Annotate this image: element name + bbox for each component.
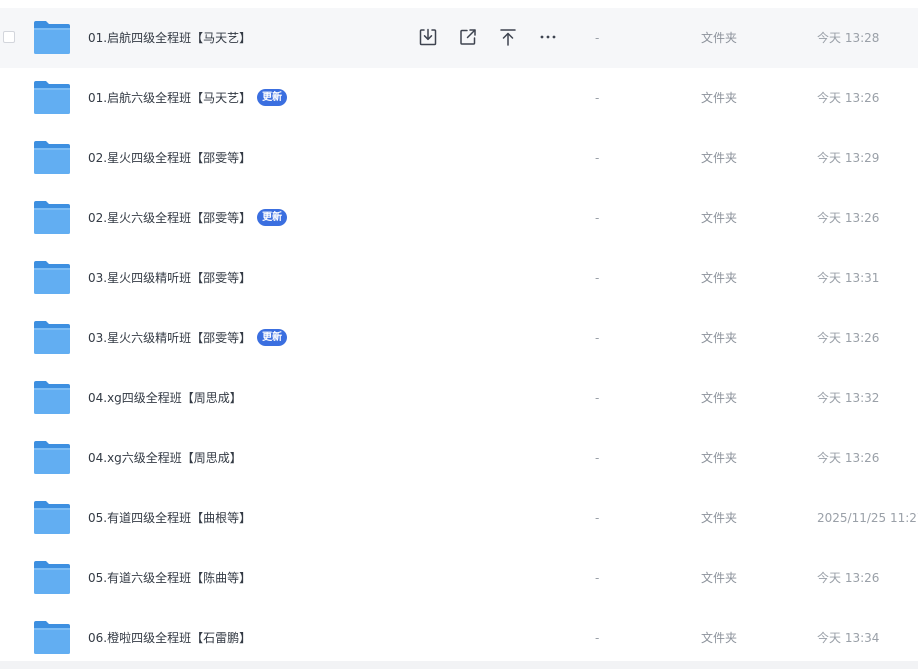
table-row[interactable]: 03.星火四级精听班【邵雯等】 - 文件夹 今天 13:31 [0, 248, 918, 308]
file-type: 文件夹 [701, 211, 738, 225]
row-actions [416, 25, 576, 49]
folder-icon [33, 320, 71, 355]
folder-icon [33, 80, 71, 115]
file-modified-time: 今天 13:26 [817, 331, 880, 345]
file-type: 文件夹 [701, 31, 738, 45]
file-name[interactable]: 04.xg六级全程班【周思成】 [88, 450, 242, 466]
file-name[interactable]: 03.星火四级精听班【邵雯等】 [88, 270, 251, 286]
table-row[interactable]: 03.星火六级精听班【邵雯等】 更新 - 文件夹 今天 13:26 [0, 308, 918, 368]
file-name[interactable]: 01.启航四级全程班【马天艺】 [88, 30, 251, 46]
update-badge: 更新 [257, 329, 288, 346]
folder-icon [33, 20, 71, 55]
table-row[interactable]: 06.橙啦四级全程班【石雷鹏】 - 文件夹 今天 13:34 [0, 608, 918, 668]
file-modified-time: 今天 13:32 [817, 391, 880, 405]
folder-icon [33, 620, 71, 655]
pin-to-top-icon [500, 29, 516, 46]
download-button[interactable] [416, 25, 440, 49]
table-row[interactable]: 01.启航四级全程班【马天艺】 - 文件夹 今天 13:28 [0, 8, 918, 68]
file-list: 01.启航四级全程班【马天艺】 - 文件夹 今天 13:28 01.启航六级全程… [0, 8, 918, 668]
table-row[interactable]: 02.星火四级全程班【邵雯等】 - 文件夹 今天 13:29 [0, 128, 918, 188]
file-modified-time: 今天 13:34 [817, 631, 880, 645]
table-row[interactable]: 05.有道六级全程班【陈曲等】 - 文件夹 今天 13:26 [0, 548, 918, 608]
file-type: 文件夹 [701, 511, 738, 525]
table-row[interactable]: 01.启航六级全程班【马天艺】 更新 - 文件夹 今天 13:26 [0, 68, 918, 128]
file-modified-time: 今天 13:31 [817, 271, 880, 285]
file-modified-time: 今天 13:29 [817, 151, 880, 165]
file-size: - [595, 451, 600, 465]
file-size: - [595, 31, 600, 45]
file-size: - [595, 631, 600, 645]
folder-icon [33, 440, 71, 475]
file-type: 文件夹 [701, 451, 738, 465]
table-row[interactable]: 05.有道四级全程班【曲根等】 - 文件夹 2025/11/25 11:27 [0, 488, 918, 548]
file-size: - [595, 91, 600, 105]
folder-icon [33, 200, 71, 235]
file-size: - [595, 511, 600, 525]
file-type: 文件夹 [701, 91, 738, 105]
download-icon [419, 28, 437, 46]
file-modified-time: 今天 13:26 [817, 451, 880, 465]
file-modified-time: 今天 13:26 [817, 91, 880, 105]
table-row[interactable]: 02.星火六级全程班【邵雯等】 更新 - 文件夹 今天 13:26 [0, 188, 918, 248]
update-badge: 更新 [257, 209, 288, 226]
file-modified-time: 今天 13:26 [817, 211, 880, 225]
file-size: - [595, 151, 600, 165]
row-checkbox[interactable] [3, 31, 15, 43]
file-type: 文件夹 [701, 391, 738, 405]
file-name[interactable]: 03.星火六级精听班【邵雯等】 更新 [88, 329, 288, 347]
file-type: 文件夹 [701, 631, 738, 645]
table-row[interactable]: 04.xg六级全程班【周思成】 - 文件夹 今天 13:26 [0, 428, 918, 488]
update-badge: 更新 [257, 89, 288, 106]
file-name[interactable]: 05.有道四级全程班【曲根等】 [88, 510, 251, 526]
file-type: 文件夹 [701, 331, 738, 345]
pin-to-top-button[interactable] [496, 25, 520, 49]
file-type: 文件夹 [701, 571, 738, 585]
folder-icon [33, 380, 71, 415]
file-name[interactable]: 06.橙啦四级全程班【石雷鹏】 [88, 630, 251, 646]
share-icon [460, 29, 476, 45]
bottom-scroll-area [0, 661, 918, 669]
more-button[interactable] [536, 25, 560, 49]
file-size: - [595, 211, 600, 225]
file-modified-time: 今天 13:26 [817, 571, 880, 585]
file-name[interactable]: 02.星火六级全程班【邵雯等】 更新 [88, 209, 288, 227]
file-size: - [595, 571, 600, 585]
file-name[interactable]: 04.xg四级全程班【周思成】 [88, 390, 242, 406]
file-name[interactable]: 05.有道六级全程班【陈曲等】 [88, 570, 251, 586]
file-modified-time: 今天 13:28 [817, 31, 880, 45]
folder-icon [33, 140, 71, 175]
file-type: 文件夹 [701, 271, 738, 285]
folder-icon [33, 500, 71, 535]
file-name[interactable]: 02.星火四级全程班【邵雯等】 [88, 150, 251, 166]
share-button[interactable] [456, 25, 480, 49]
file-name[interactable]: 01.启航六级全程班【马天艺】 更新 [88, 89, 288, 107]
folder-icon [33, 260, 71, 295]
file-size: - [595, 391, 600, 405]
folder-icon [33, 560, 71, 595]
file-size: - [595, 271, 600, 285]
file-type: 文件夹 [701, 151, 738, 165]
more-icon [540, 35, 556, 39]
file-size: - [595, 331, 600, 345]
table-row[interactable]: 04.xg四级全程班【周思成】 - 文件夹 今天 13:32 [0, 368, 918, 428]
file-modified-time: 2025/11/25 11:27 [817, 511, 918, 525]
